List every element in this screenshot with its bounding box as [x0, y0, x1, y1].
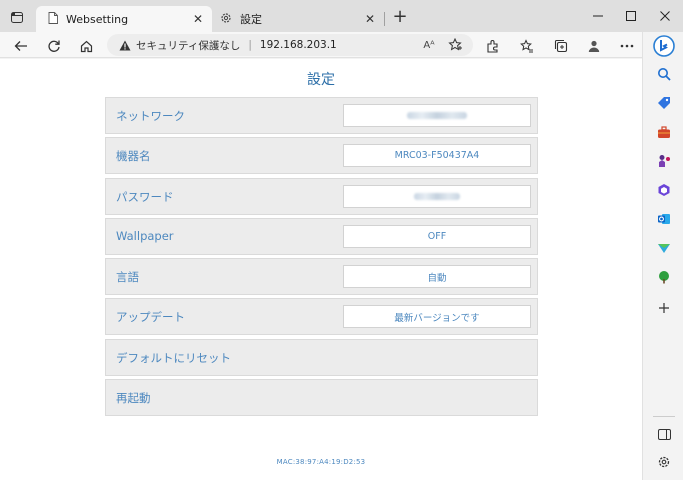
- setting-row-wallpaper[interactable]: Wallpaper OFF: [105, 217, 538, 255]
- add-sidebar-app-icon[interactable]: [654, 298, 674, 318]
- favorite-add-icon[interactable]: [446, 36, 464, 54]
- extensions-icon[interactable]: [482, 35, 504, 57]
- wallpaper-field[interactable]: OFF: [343, 224, 531, 248]
- refresh-icon[interactable]: [43, 35, 65, 57]
- url-text[interactable]: 192.168.203.1: [260, 39, 337, 51]
- collections-icon[interactable]: [550, 35, 572, 57]
- tab-title: Websetting: [66, 12, 129, 26]
- bing-copilot-icon[interactable]: [653, 35, 675, 57]
- address-bar[interactable]: セキュリティ保護なし | 192.168.203.1 Aᴬ: [107, 34, 473, 56]
- setting-row-language[interactable]: 言語 自動: [105, 258, 538, 296]
- edge-sidebar: [642, 32, 683, 480]
- home-icon[interactable]: [75, 35, 97, 57]
- browser-toolbar: セキュリティ保護なし | 192.168.203.1 Aᴬ: [0, 32, 683, 58]
- shopping-tag-icon[interactable]: [654, 93, 674, 113]
- search-icon[interactable]: [654, 64, 674, 84]
- setting-label: 機器名: [116, 149, 151, 164]
- setting-label: 言語: [116, 270, 139, 285]
- profile-icon[interactable]: [583, 35, 605, 57]
- sidebar-divider: [653, 416, 675, 417]
- setting-label: アップデート: [116, 310, 185, 325]
- tab-settings[interactable]: 設定 ✕: [214, 6, 384, 32]
- security-status: セキュリティ保護なし: [136, 39, 241, 52]
- maximize-icon[interactable]: [616, 6, 646, 26]
- setting-row-update[interactable]: アップデート 最新バージョンです: [105, 298, 538, 336]
- reset-to-default-button[interactable]: デフォルトにリセット: [105, 338, 538, 376]
- microsoft-365-icon[interactable]: [654, 180, 674, 200]
- tab-title: 設定: [240, 13, 262, 26]
- settings-list: ネットワーク 機器名 MRC03-F50437A4 パスワード Wallpape…: [105, 97, 538, 419]
- back-icon[interactable]: [10, 35, 32, 57]
- setting-label: デフォルトにリセット: [116, 350, 231, 365]
- setting-row-network[interactable]: ネットワーク: [105, 97, 538, 134]
- restart-button[interactable]: 再起動: [105, 379, 538, 417]
- setting-label: ネットワーク: [116, 109, 185, 123]
- warning-icon[interactable]: [119, 40, 131, 51]
- read-aloud-icon[interactable]: Aᴬ: [420, 36, 438, 54]
- address-divider: |: [248, 39, 252, 51]
- setting-row-password[interactable]: パスワード: [105, 177, 538, 215]
- new-tab-button[interactable]: +: [390, 8, 410, 28]
- tab-separator: [384, 12, 385, 26]
- setting-label: 再起動: [116, 391, 151, 406]
- favorites-icon[interactable]: [516, 35, 538, 57]
- tab-actions-icon[interactable]: [6, 8, 28, 26]
- update-status-field[interactable]: 最新バージョンです: [343, 305, 531, 329]
- mac-address: MAC:38:97:A4:19:D2:53: [276, 458, 366, 466]
- tab-websetting[interactable]: Websetting ✕: [36, 6, 212, 32]
- close-tab-icon[interactable]: ✕: [190, 11, 206, 27]
- setting-row-device-name[interactable]: 機器名 MRC03-F50437A4: [105, 137, 538, 175]
- network-value-field[interactable]: [343, 104, 531, 127]
- gear-icon: [220, 12, 232, 27]
- drop-icon[interactable]: [654, 238, 674, 258]
- tab-strip: Websetting ✕ 設定 ✕ +: [0, 0, 683, 32]
- password-field[interactable]: [343, 184, 531, 208]
- page-title: 設定: [307, 72, 335, 88]
- web-page: 設定 ネットワーク 機器名 MRC03-F50437A4 パスワード Wallp…: [0, 59, 642, 480]
- hide-sidebar-icon[interactable]: [654, 424, 674, 444]
- games-icon[interactable]: [654, 151, 674, 171]
- more-menu-icon[interactable]: [616, 35, 638, 57]
- device-name-field[interactable]: MRC03-F50437A4: [343, 144, 531, 168]
- setting-label: パスワード: [116, 189, 174, 204]
- obscured-text: [407, 112, 467, 119]
- sidebar-settings-gear-icon[interactable]: [654, 452, 674, 472]
- obscured-text: [414, 192, 460, 200]
- page-icon: [48, 11, 58, 27]
- tree-icon[interactable]: [654, 267, 674, 287]
- setting-label: Wallpaper: [116, 228, 174, 243]
- language-field[interactable]: 自動: [343, 265, 531, 289]
- tools-briefcase-icon[interactable]: [654, 122, 674, 142]
- window-close-icon[interactable]: [650, 6, 680, 26]
- close-tab-icon[interactable]: ✕: [362, 11, 378, 27]
- minimize-icon[interactable]: [583, 6, 613, 26]
- outlook-icon[interactable]: [654, 209, 674, 229]
